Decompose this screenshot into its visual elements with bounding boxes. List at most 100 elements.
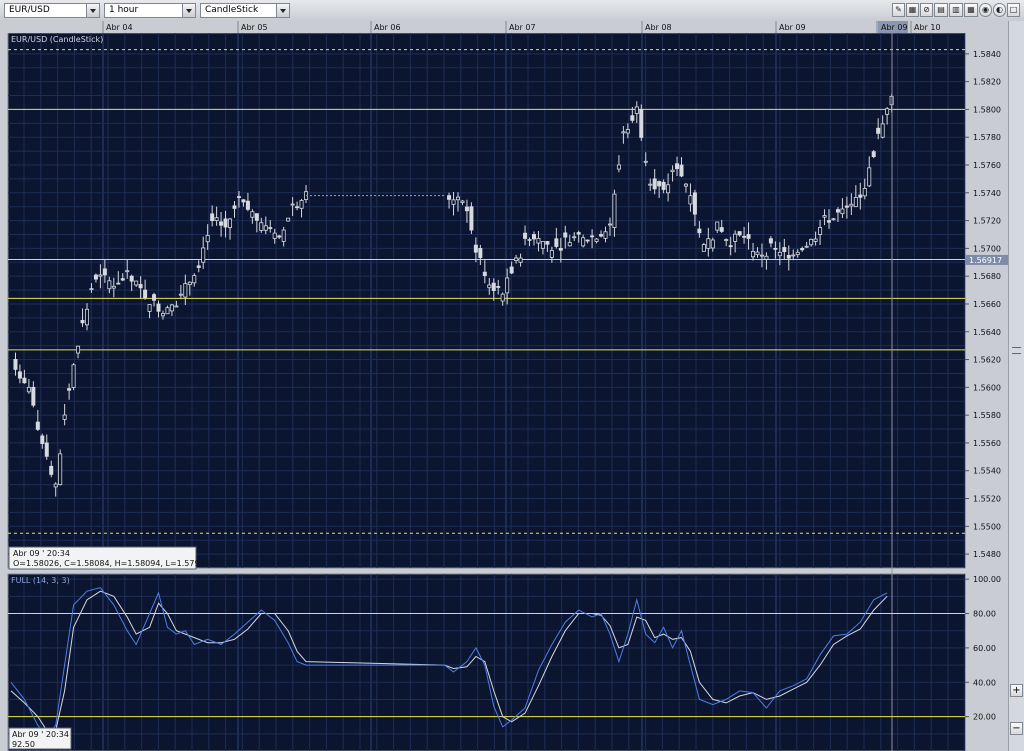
- theme-icon[interactable]: ◐: [993, 3, 1006, 17]
- price-tick-label: 1.5840: [973, 50, 1001, 59]
- chevron-down-icon[interactable]: [276, 4, 289, 17]
- price-tick-label: 1.5720: [973, 217, 1001, 226]
- zoom-in-button[interactable]: +: [1010, 684, 1023, 697]
- candle-body: [773, 247, 778, 250]
- zoom-icon[interactable]: ◉: [979, 3, 992, 17]
- candle-body: [853, 197, 858, 208]
- candle-body: [728, 245, 733, 248]
- date-axis: [0, 21, 1008, 33]
- candle-body: [603, 231, 608, 239]
- candle-body: [67, 388, 72, 391]
- candle-body: [455, 196, 460, 201]
- candle-body: [152, 294, 157, 301]
- candle-body: [120, 278, 125, 281]
- candle-body: [263, 225, 268, 231]
- layout-2-icon[interactable]: ▥: [949, 3, 963, 17]
- candle-body: [295, 206, 300, 209]
- candle-body: [791, 254, 796, 257]
- candle-body: [500, 293, 505, 302]
- candle-body: [44, 442, 49, 457]
- candle-body: [616, 164, 621, 170]
- candle-body: [612, 193, 617, 228]
- chevron-down-icon[interactable]: [86, 4, 99, 17]
- candle-body: [764, 255, 769, 260]
- candle-body: [491, 282, 496, 291]
- candle-body: [666, 184, 671, 194]
- zoom-out-button[interactable]: −: [1010, 722, 1023, 735]
- candle-body: [143, 289, 148, 299]
- candle-body: [844, 205, 849, 208]
- candle-body: [84, 308, 89, 326]
- maximize-icon[interactable]: □: [1007, 3, 1020, 17]
- candle-body: [786, 254, 791, 259]
- candle-body: [205, 234, 210, 243]
- candle-body: [40, 435, 45, 444]
- chart-title: EUR/USD (CandleStick): [11, 35, 103, 44]
- layout-3-icon[interactable]: ▦: [964, 3, 978, 17]
- candle-body: [464, 206, 469, 212]
- price-tick-label: 1.5760: [973, 161, 1001, 170]
- candle-body: [688, 195, 693, 205]
- price-chart[interactable]: Abr 04 Abr 05 Abr 06 Abr 07 Abr 08 Abr 09 Abr …: [0, 21, 1008, 751]
- price-tick-label: 1.5640: [973, 328, 1001, 337]
- candle-body: [254, 213, 259, 221]
- candle-body: [80, 319, 85, 324]
- candle-body: [290, 203, 295, 206]
- candle-body: [567, 242, 572, 247]
- timeframe-select[interactable]: 1 hour: [104, 3, 196, 18]
- layout-1-icon[interactable]: ▤: [934, 3, 948, 17]
- candle-body: [675, 163, 680, 170]
- candle-body: [746, 234, 751, 239]
- indicator-label: FULL (14, 3, 3): [11, 576, 70, 585]
- indicator-tick-label: 20.00: [973, 713, 996, 722]
- candle-body: [250, 211, 255, 218]
- chart-type-select-value: CandleStick: [205, 5, 259, 15]
- price-tick-label: 1.5700: [973, 244, 1001, 253]
- candle-body: [822, 215, 827, 218]
- grid-off-icon[interactable]: ⊘: [920, 3, 933, 17]
- candle-body: [31, 386, 36, 406]
- candle-body: [661, 181, 666, 190]
- candle-body: [111, 285, 116, 289]
- grid-fine-icon[interactable]: ▦: [906, 3, 919, 17]
- candle-body: [183, 283, 188, 298]
- candle-body: [737, 231, 742, 236]
- candle-body: [719, 227, 724, 232]
- price-tick-label: 1.5480: [973, 550, 1001, 559]
- candle-body: [804, 245, 809, 248]
- candle-body: [621, 131, 626, 134]
- candle-body: [35, 421, 40, 430]
- candle-body: [652, 178, 657, 190]
- candle-body: [679, 164, 684, 177]
- chart-type-select[interactable]: CandleStick: [200, 3, 290, 18]
- candle-body: [697, 228, 702, 234]
- candle-body: [540, 241, 545, 249]
- symbol-select[interactable]: EUR/USD: [4, 3, 100, 18]
- vertical-scroll-panel[interactable]: + −: [1008, 21, 1024, 751]
- date-label: Abr 09: [779, 23, 806, 32]
- candle-body: [809, 238, 814, 246]
- candle-body: [545, 241, 550, 245]
- cursor-date-label: Abr 09: [881, 23, 908, 32]
- candle-body: [460, 200, 465, 203]
- candle-body: [813, 238, 818, 242]
- pencil-icon[interactable]: ✎: [892, 3, 905, 17]
- candle-body: [751, 251, 756, 258]
- candle-body: [630, 115, 635, 121]
- indicator-tick-label: 100.00: [973, 575, 1001, 584]
- candle-body: [715, 221, 720, 231]
- candle-body: [232, 205, 237, 209]
- candle-body: [514, 257, 519, 261]
- chevron-down-icon[interactable]: [182, 4, 195, 17]
- candle-body: [107, 280, 112, 290]
- price-tick-label: 1.5820: [973, 78, 1001, 87]
- candle-body: [447, 195, 452, 200]
- candle-body: [576, 232, 581, 235]
- date-label: Abr 05: [241, 23, 268, 32]
- candle-body: [607, 223, 612, 226]
- candle-body: [214, 217, 219, 221]
- scroll-grip-icon[interactable]: [1012, 347, 1021, 354]
- candle-body: [795, 251, 800, 256]
- candle-body: [469, 206, 474, 231]
- candle-body: [138, 284, 143, 289]
